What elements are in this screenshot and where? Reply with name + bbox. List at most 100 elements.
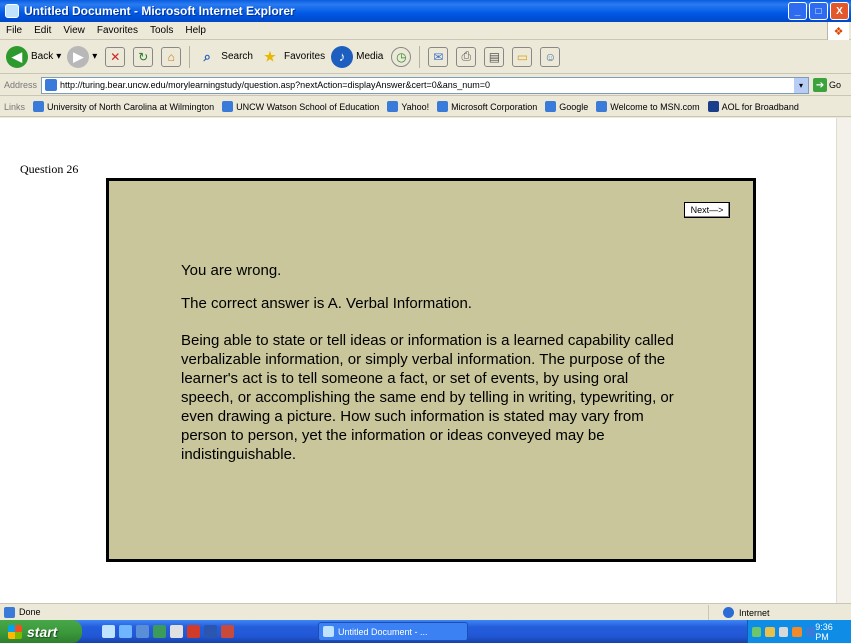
link-google[interactable]: Google [545,101,588,112]
media-button[interactable]: ♪ Media [331,45,384,68]
menu-edit[interactable]: Edit [34,25,51,36]
answer-card: Next—> You are wrong. The correct answer… [106,178,756,562]
home-icon[interactable]: ⌂ [161,46,182,67]
ie-page-icon [437,101,449,112]
status-bar: Done Internet [0,603,851,620]
favorites-star-icon: ★ [264,48,276,64]
page-content: Question 26 Next—> You are wrong. The co… [0,118,836,603]
volume-icon[interactable] [778,626,789,637]
ie-app-icon [5,4,19,18]
browser-window: Untitled Document - Microsoft Internet E… [0,0,851,643]
back-dropdown-icon[interactable]: ▾ [56,51,61,62]
aol-icon [707,101,719,112]
system-tray: 9:36 PM [747,620,851,643]
menu-tools[interactable]: Tools [150,25,173,36]
app-icon[interactable] [187,625,200,638]
link-watson[interactable]: UNCW Watson School of Education [222,101,379,112]
favorites-label: Favorites [283,51,326,62]
back-arrow-icon: ◀ [6,45,28,68]
question-label: Question 26 [20,162,79,176]
search-icon: ⌕ [203,48,211,64]
mail-icon[interactable]: ✉ [428,46,449,67]
favorites-button[interactable]: ★ Favorites [259,46,325,68]
start-label: start [27,623,58,640]
powerpoint-icon[interactable] [221,625,234,638]
forward-dropdown-icon[interactable]: ▾ [92,51,97,62]
tray-icon[interactable] [752,626,762,637]
excel-icon[interactable] [153,625,166,638]
ie-page-icon [222,101,234,112]
ie-page-icon [387,101,399,112]
status-text: Done [19,607,41,617]
taskbar-item-ie[interactable]: Untitled Document - ... [318,622,468,641]
search-button[interactable]: ⌕ Search [196,46,253,68]
link-uncw[interactable]: University of North Carolina at Wilmingt… [33,101,214,112]
menu-view[interactable]: View [63,25,85,36]
toolbar-separator [189,45,191,68]
vertical-scrollbar[interactable] [836,118,851,603]
history-icon[interactable]: ◷ [391,46,412,67]
print-icon[interactable]: ⎙ [456,46,477,67]
address-input[interactable]: http://turing.bear.uncw.edu/morylearning… [41,76,810,94]
link-label: University of North Carolina at Wilmingt… [47,101,215,112]
menu-bar: File Edit View Favorites Tools Help ❖ [0,22,851,40]
edit-icon[interactable]: ▤ [484,46,505,67]
ie-page-icon [4,606,15,618]
link-yahoo[interactable]: Yahoo! [387,101,429,112]
ie-page-icon [323,626,334,637]
ie-page-icon [33,101,45,112]
media-label: Media [356,51,384,62]
go-arrow-icon[interactable]: ➔ [813,78,828,92]
menu-favorites[interactable]: Favorites [97,25,138,36]
tool-icon[interactable] [170,625,183,638]
link-aol[interactable]: AOL for Broadband [707,101,799,112]
start-button[interactable]: start [0,620,82,643]
media-icon: ♪ [331,45,354,68]
internet-globe-icon [723,607,734,618]
back-label: Back [31,51,54,62]
ie-page-icon [596,101,608,112]
maximize-button[interactable]: □ [809,2,828,20]
network-icon[interactable] [805,626,816,637]
ie-quicklaunch-icon[interactable] [102,625,115,638]
link-microsoft[interactable]: Microsoft Corporation [437,101,537,112]
menu-help[interactable]: Help [185,25,206,36]
forward-button[interactable]: ▶ ▾ [67,45,97,68]
link-label: Google [559,101,589,112]
standard-toolbar: ◀ Back ▾ ▶ ▾ ✕ ↻ ⌂ ⌕ Search ★ Favorites … [0,40,851,74]
window-controls: _ □ X [788,2,849,20]
windows-logo-icon: ❖ [827,22,849,40]
menu-file[interactable]: File [6,25,22,36]
desktop-icon[interactable] [136,625,149,638]
back-button[interactable]: ◀ Back ▾ [6,45,61,68]
folder-icon[interactable]: ▭ [512,46,533,67]
minimize-button[interactable]: _ [788,2,807,20]
taskbar-item-label: Untitled Document - ... [338,626,428,637]
link-msn[interactable]: Welcome to MSN.com [596,101,700,112]
address-url[interactable]: http://turing.bear.uncw.edu/morylearning… [60,80,490,90]
close-button[interactable]: X [830,2,849,20]
tray-icon[interactable] [765,626,775,637]
next-button[interactable]: Next—> [684,202,730,218]
ie-page-icon [545,101,557,112]
stop-icon[interactable]: ✕ [105,46,126,67]
messenger-icon[interactable]: ☺ [540,46,561,67]
zone-label: Internet [739,607,770,618]
link-label: UNCW Watson School of Education [236,101,380,112]
windows-flag-icon [8,624,22,639]
word-icon[interactable] [204,625,217,638]
refresh-icon[interactable]: ↻ [133,46,154,67]
security-zone: Internet [708,605,849,620]
tray-icon[interactable] [792,626,802,637]
links-bar: Links University of North Carolina at Wi… [0,97,851,117]
link-label: Microsoft Corporation [451,101,538,112]
go-button[interactable]: Go [829,80,841,90]
address-dropdown-icon[interactable]: ▾ [794,77,809,93]
quick-launch [102,625,234,638]
clock[interactable]: 9:36 PM [815,622,847,642]
title-bar[interactable]: Untitled Document - Microsoft Internet E… [0,0,851,22]
toolbar-separator [419,45,421,68]
correct-answer-text: The correct answer is A. Verbal Informat… [181,295,472,312]
ie-quicklaunch-icon[interactable] [119,625,132,638]
result-text: You are wrong. [181,262,282,279]
